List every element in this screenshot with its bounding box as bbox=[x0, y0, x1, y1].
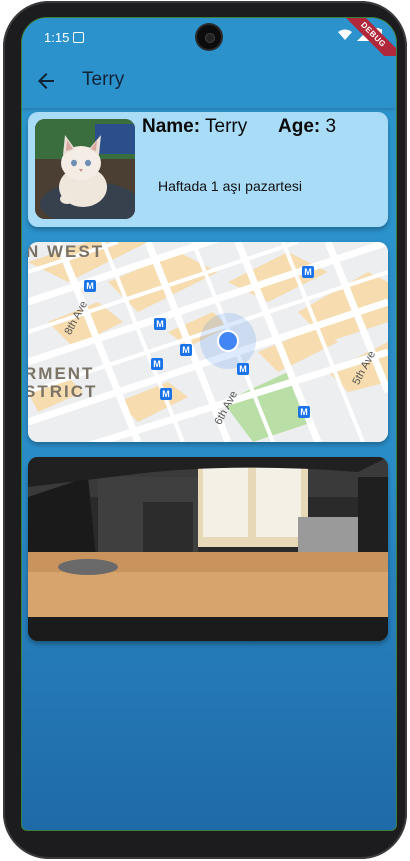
transit-marker-icon: M bbox=[302, 266, 314, 278]
camera-frame bbox=[28, 457, 388, 641]
wifi-icon bbox=[338, 29, 352, 40]
pet-photo bbox=[35, 119, 135, 219]
location-map[interactable]: N WEST RMENT STRICT 8th Ave 6th Ave 5th … bbox=[28, 242, 388, 442]
notification-icon bbox=[73, 32, 84, 43]
phone-frame: 1:15 DEBUG Terry Name: Terry Age: 3 Haft… bbox=[3, 1, 407, 859]
transit-marker-icon: M bbox=[298, 406, 310, 418]
transit-marker-icon: M bbox=[180, 344, 192, 356]
camera-feed[interactable] bbox=[28, 457, 388, 641]
status-bar: 1:15 DEBUG bbox=[22, 18, 396, 72]
age-value: 3 bbox=[325, 116, 337, 137]
app-screen: 1:15 DEBUG Terry Name: Terry Age: 3 Haft… bbox=[21, 17, 397, 831]
transit-marker-icon: M bbox=[154, 318, 166, 330]
pet-age: Age: 3 bbox=[278, 116, 336, 138]
age-label: Age: bbox=[278, 116, 321, 137]
pet-note: Haftada 1 aşı pazartesi bbox=[158, 178, 302, 194]
name-value: Terry bbox=[205, 116, 248, 137]
map-canvas bbox=[28, 242, 388, 442]
status-time: 1:15 bbox=[44, 30, 70, 45]
back-arrow-icon[interactable] bbox=[34, 69, 58, 93]
map-label-district-1: RMENT bbox=[28, 364, 95, 383]
front-camera bbox=[197, 25, 221, 49]
transit-marker-icon: M bbox=[237, 363, 249, 375]
name-label: Name: bbox=[142, 116, 201, 137]
map-label-district-2: STRICT bbox=[28, 382, 98, 401]
page-title: Terry bbox=[82, 69, 125, 90]
transit-marker-icon: M bbox=[160, 388, 172, 400]
pet-name: Name: Terry bbox=[142, 116, 247, 138]
map-label-west: N WEST bbox=[28, 242, 105, 261]
transit-marker-icon: M bbox=[151, 358, 163, 370]
pet-info-card[interactable]: Name: Terry Age: 3 Haftada 1 aşı pazarte… bbox=[28, 112, 388, 227]
transit-marker-icon: M bbox=[84, 280, 96, 292]
app-bar: Terry bbox=[22, 56, 396, 108]
